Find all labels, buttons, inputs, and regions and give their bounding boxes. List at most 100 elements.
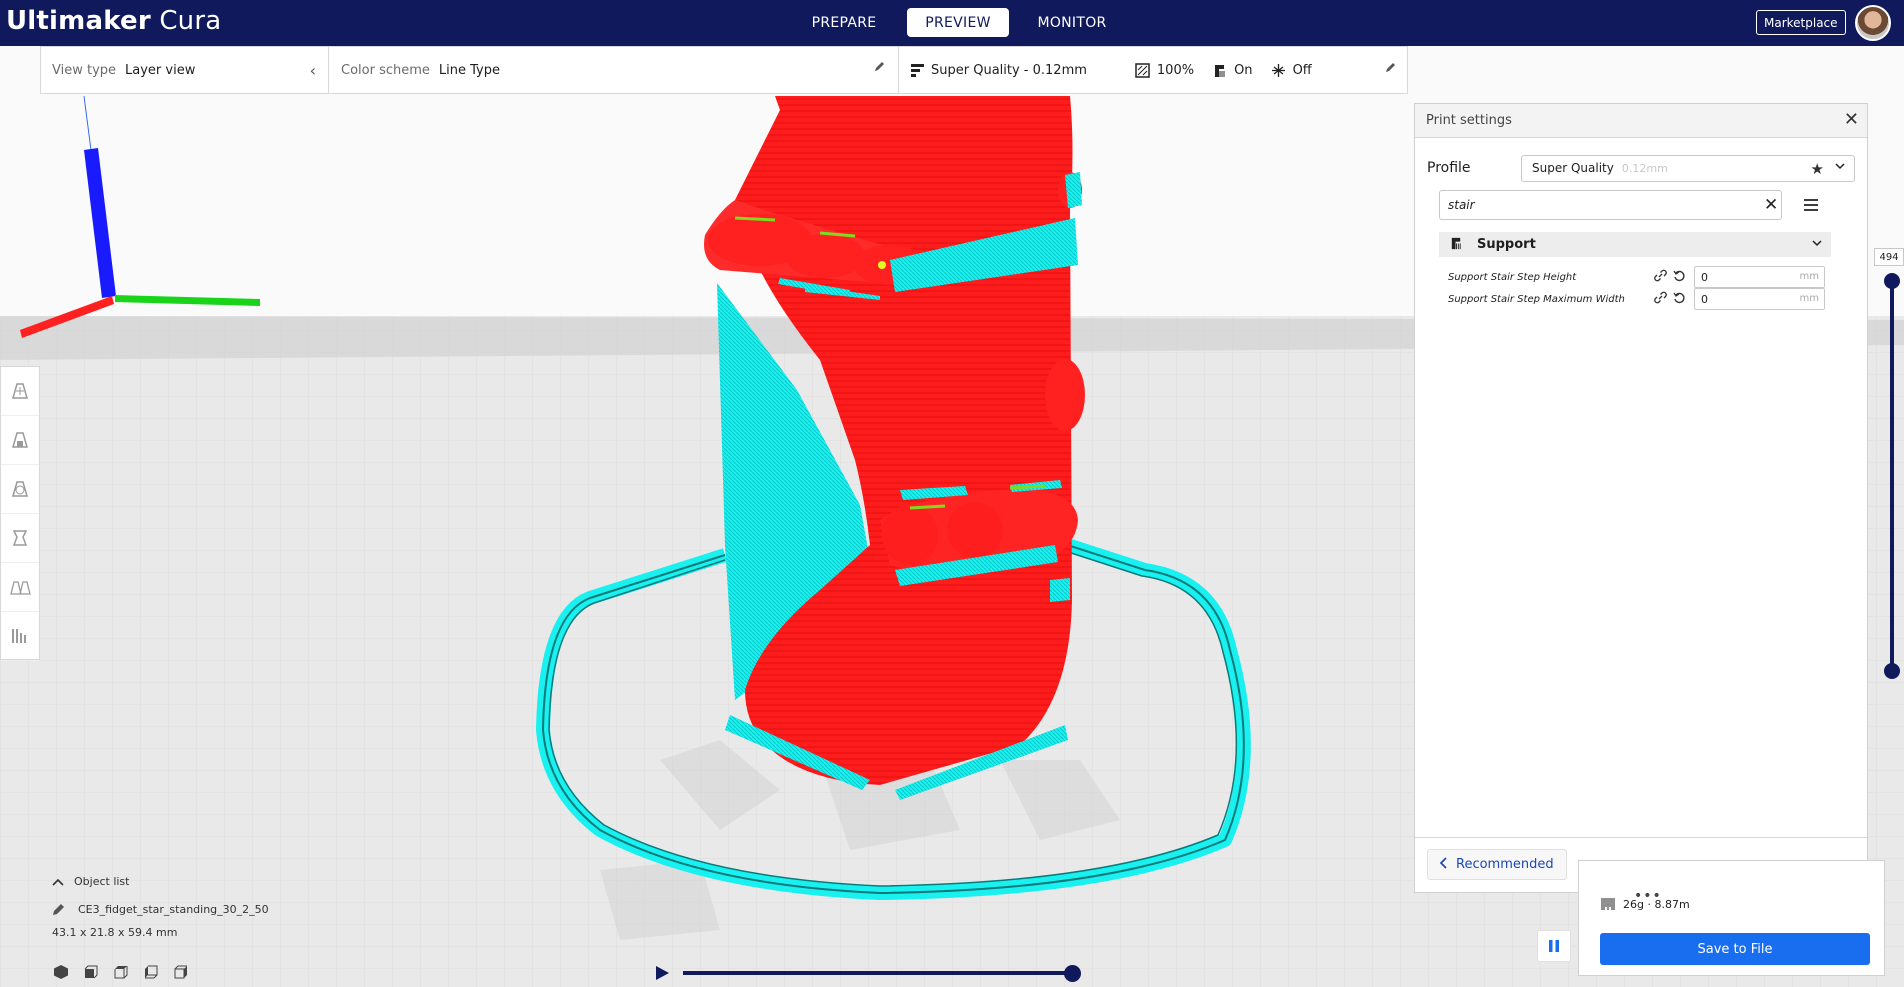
pencil-icon[interactable] — [1385, 61, 1397, 77]
color-scheme-label: Color scheme — [341, 62, 430, 78]
stage-tabs: PREPARE PREVIEW MONITOR — [793, 8, 1135, 37]
pencil-icon[interactable] — [52, 902, 66, 916]
setting-value: 0 — [1701, 270, 1708, 284]
rotate-tool-icon[interactable] — [1, 465, 39, 514]
quality-profile-text: Super Quality - 0.12mm — [931, 62, 1087, 78]
chevron-up-icon — [52, 878, 64, 886]
output-panel: 26g · 8.87m Save to File — [1578, 860, 1885, 976]
clear-search-icon[interactable]: ✕ — [1764, 195, 1778, 215]
left-view-icon[interactable] — [143, 962, 173, 982]
view-type-selector[interactable]: View type Layer view ‹ — [41, 47, 329, 93]
per-model-settings-icon[interactable] — [1, 563, 39, 612]
app-title-bold: Ultimaker — [6, 6, 151, 36]
print-setup-summary[interactable]: Super Quality - 0.12mm 100% On Off — [899, 47, 1407, 93]
settings-search-input[interactable] — [1439, 190, 1782, 220]
scale-tool-icon[interactable] — [1, 416, 39, 465]
recommended-button[interactable]: Recommended — [1427, 849, 1567, 880]
setting-row-stair-step-max-width: Support Stair Step Maximum Width 0 mm — [1448, 288, 1848, 310]
infill-value: 100% — [1156, 62, 1195, 78]
camera-view-buttons — [53, 962, 203, 982]
setting-unit: mm — [1799, 271, 1819, 282]
tool-rail — [0, 366, 40, 661]
panel-grip-icon[interactable]: ••• — [1634, 888, 1662, 904]
layer-slider-upper-handle[interactable] — [1884, 273, 1900, 289]
pencil-icon[interactable] — [874, 60, 886, 76]
recommended-label: Recommended — [1456, 857, 1554, 872]
color-scheme-value[interactable]: Line Type — [439, 63, 500, 78]
layer-slider-track[interactable] — [1890, 281, 1894, 671]
top-view-icon[interactable] — [113, 962, 143, 982]
quality-icon — [911, 63, 924, 77]
hamburger-menu-icon[interactable] — [1804, 196, 1818, 215]
object-list-toggle[interactable]: Object list — [52, 875, 269, 888]
quality-summary[interactable]: Super Quality - 0.12mm — [911, 63, 1087, 78]
tab-prepare[interactable]: PREPARE — [793, 8, 895, 37]
view-type-value[interactable]: Layer view — [125, 63, 195, 78]
playback-slider-handle[interactable] — [1064, 965, 1081, 982]
profile-label: Profile — [1427, 160, 1471, 176]
adhesion-value: Off — [1292, 62, 1312, 78]
settings-search-row: ✕ — [1439, 190, 1823, 220]
move-tool-icon[interactable] — [1, 367, 39, 416]
play-button[interactable] — [654, 965, 670, 985]
link-icon[interactable] — [1654, 291, 1667, 307]
print-settings-header: Print settings ✕ — [1415, 104, 1867, 138]
stair-step-max-width-field[interactable]: 0 mm — [1694, 288, 1825, 310]
avatar[interactable] — [1855, 5, 1891, 41]
infill-icon — [1135, 62, 1150, 78]
profile-value: Super Quality — [1532, 161, 1614, 175]
chevron-down-icon — [1834, 160, 1846, 175]
layer-slider-lower-handle[interactable] — [1884, 663, 1900, 679]
print-settings-panel: Print settings ✕ Profile Super Quality 0… — [1414, 103, 1868, 893]
setting-label: Support Stair Step Maximum Width — [1448, 293, 1625, 305]
tab-preview[interactable]: PREVIEW — [907, 8, 1009, 37]
close-icon[interactable]: ✕ — [1844, 111, 1859, 129]
adhesion-summary[interactable]: Off — [1271, 63, 1312, 78]
star-icon[interactable]: ★ — [1811, 160, 1824, 178]
setting-label: Support Stair Step Height — [1448, 271, 1577, 283]
mirror-tool-icon[interactable] — [1, 514, 39, 563]
app-header: Ultimaker Cura PREPARE PREVIEW MONITOR M… — [0, 0, 1904, 46]
object-item[interactable]: CE3_fidget_star_standing_30_2_50 — [52, 902, 269, 916]
reset-icon[interactable] — [1673, 291, 1686, 307]
view-type-label: View type — [52, 62, 117, 78]
adhesion-icon — [1271, 63, 1285, 77]
view-toolbar: View type Layer view ‹ Color scheme Line… — [40, 46, 1408, 94]
barcode-icon — [1601, 898, 1615, 910]
support-summary[interactable]: On — [1212, 63, 1253, 78]
infill-summary[interactable]: 100% — [1135, 63, 1194, 78]
object-list: Object list CE3_fidget_star_standing_30_… — [52, 875, 269, 939]
profile-row: Profile Super Quality 0.12mm ★ — [1427, 154, 1857, 182]
setting-value: 0 — [1701, 292, 1708, 306]
chevron-left-icon — [1439, 856, 1448, 873]
object-name: CE3_fidget_star_standing_30_2_50 — [78, 902, 269, 916]
layer-number-field[interactable]: 494 — [1874, 248, 1904, 266]
profile-dropdown[interactable]: Super Quality 0.12mm ★ — [1521, 154, 1855, 182]
support-category-icon — [1449, 236, 1463, 254]
pause-button[interactable] — [1537, 930, 1571, 962]
save-to-file-button[interactable]: Save to File — [1600, 933, 1870, 965]
marketplace-button[interactable]: Marketplace — [1756, 10, 1846, 35]
support-blocker-icon[interactable] — [1, 612, 39, 661]
setting-unit: mm — [1799, 293, 1819, 304]
print-settings-title: Print settings — [1426, 113, 1512, 128]
category-support[interactable]: Support — [1439, 232, 1831, 257]
playback-slider-track[interactable] — [683, 971, 1073, 975]
app-title-light: Cura — [150, 6, 222, 36]
reset-icon[interactable] — [1673, 269, 1686, 285]
tab-monitor[interactable]: MONITOR — [1021, 8, 1123, 37]
object-list-label: Object list — [74, 875, 130, 888]
front-view-icon[interactable] — [83, 962, 113, 982]
chevron-left-icon[interactable]: ‹ — [310, 61, 316, 80]
pause-icon — [1549, 940, 1559, 952]
setting-row-stair-step-height: Support Stair Step Height 0 mm — [1448, 266, 1848, 288]
support-icon — [1215, 64, 1225, 77]
color-scheme-selector[interactable]: Color scheme Line Type — [329, 47, 899, 93]
object-dimensions: 43.1 x 21.8 x 59.4 mm — [52, 926, 178, 939]
play-icon — [656, 966, 669, 980]
right-view-icon[interactable] — [173, 962, 203, 982]
3d-view-icon[interactable] — [53, 962, 83, 982]
link-icon[interactable] — [1654, 269, 1667, 285]
stair-step-height-field[interactable]: 0 mm — [1694, 266, 1825, 288]
chevron-down-icon — [1811, 237, 1823, 253]
